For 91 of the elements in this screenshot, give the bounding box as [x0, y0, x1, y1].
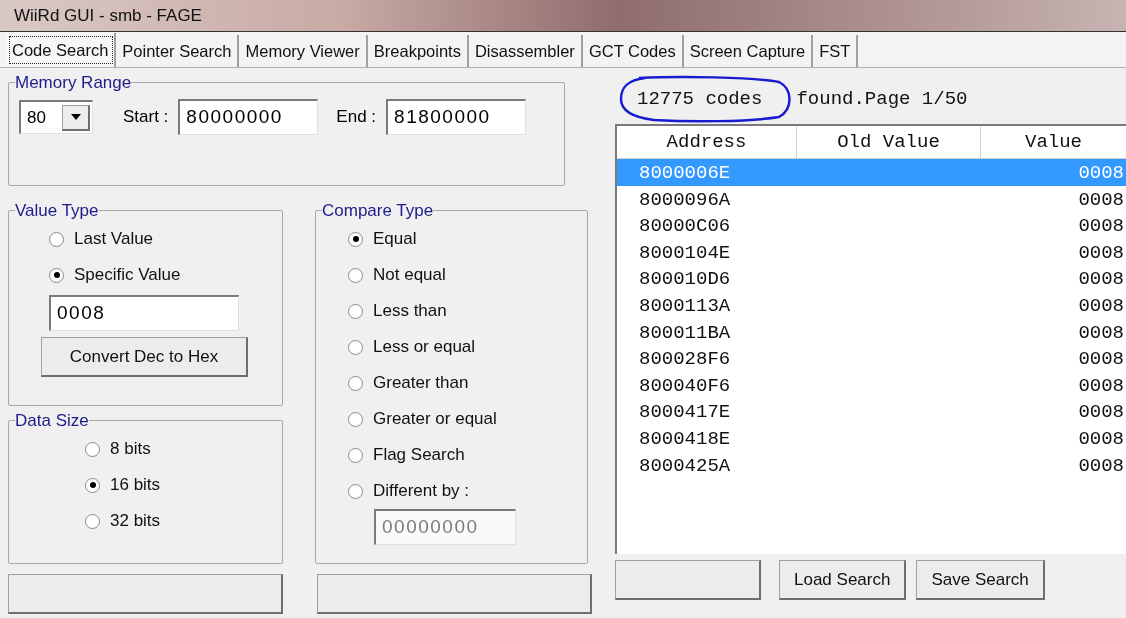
- radio-button[interactable]: [85, 441, 100, 457]
- address-cell-text: 800040F6: [638, 373, 732, 399]
- start-label: Start :: [123, 106, 169, 129]
- tab[interactable]: Code Search: [6, 33, 117, 67]
- radio-button[interactable]: [85, 513, 100, 529]
- address-cell-text: 800011BA: [638, 320, 732, 346]
- tab[interactable]: Pointer Search: [116, 35, 240, 67]
- radio-option[interactable]: Specific Value: [49, 257, 274, 293]
- end-field[interactable]: 81800000: [386, 99, 527, 135]
- radio-button[interactable]: [49, 267, 64, 283]
- value-cell-text: 0008: [1077, 214, 1125, 240]
- convert-button[interactable]: Convert Dec to Hex: [41, 337, 248, 377]
- group-title: Value Type: [15, 202, 99, 219]
- column-header[interactable]: Old Value: [797, 126, 981, 158]
- search-file-button[interactable]: Save Search: [916, 560, 1045, 600]
- tab[interactable]: GCT Codes: [582, 35, 684, 67]
- radio-button[interactable]: [348, 267, 363, 283]
- page-info: found.Page 1/50: [796, 86, 968, 112]
- tab[interactable]: Memory Viewer: [239, 35, 368, 67]
- codes-count: 12775 codes: [637, 86, 763, 112]
- radio-button[interactable]: [49, 231, 64, 247]
- result-row[interactable]: 800011BA 0008: [617, 318, 1126, 346]
- value-cell-text: 0008: [1077, 373, 1125, 399]
- radio-option[interactable]: 32 bits: [85, 503, 274, 539]
- group-title: Compare Type: [322, 202, 434, 219]
- address-cell-text: 8000425A: [638, 453, 732, 479]
- address-cell-text: 8000104E: [638, 240, 732, 266]
- group-title: Data Size: [15, 412, 89, 429]
- column-header[interactable]: Address: [617, 126, 797, 158]
- radio-button[interactable]: [348, 447, 363, 463]
- address-cell-text: 8000418E: [638, 426, 732, 452]
- result-row[interactable]: 8000113A 0008: [617, 291, 1126, 319]
- radio-option[interactable]: Equal: [348, 221, 579, 257]
- tab[interactable]: Disassembler: [468, 35, 583, 67]
- radio-option[interactable]: Greater or equal: [348, 401, 579, 437]
- radio-button[interactable]: [85, 477, 100, 493]
- address-cell-text: 8000006E: [638, 161, 732, 186]
- window-title: WiiRd GUI - smb - FAGE: [14, 4, 202, 27]
- value-cell-text: 0008: [1077, 453, 1125, 479]
- value-cell-text: 0008: [1077, 426, 1125, 452]
- column-header[interactable]: Value: [981, 126, 1126, 158]
- value-cell-text: 0008: [1077, 293, 1125, 319]
- value-cell-text: 0008: [1077, 161, 1125, 186]
- radio-button[interactable]: [348, 339, 363, 355]
- blank-button[interactable]: [8, 574, 283, 614]
- tab[interactable]: Screen Capture: [683, 35, 814, 67]
- radio-option[interactable]: Less than: [348, 293, 579, 329]
- segment-dropdown[interactable]: 80: [19, 100, 93, 134]
- address-cell-text: 8000113A: [638, 293, 732, 319]
- result-row[interactable]: 8000418E 0008: [617, 424, 1126, 452]
- value-cell-text: 0008: [1077, 240, 1125, 266]
- address-cell-text: 800010D6: [638, 267, 732, 293]
- radio-option[interactable]: Greater than: [348, 365, 579, 401]
- result-row[interactable]: 800040F6 0008: [617, 371, 1126, 399]
- radio-option[interactable]: Different by :: [348, 473, 579, 509]
- value-cell-text: 0008: [1077, 267, 1125, 293]
- value-field[interactable]: 0008: [49, 295, 239, 331]
- value-cell-text: 0008: [1077, 347, 1125, 373]
- radio-option[interactable]: Not equal: [348, 257, 579, 293]
- radio-button[interactable]: [348, 231, 363, 247]
- tab[interactable]: FST: [813, 35, 859, 67]
- blank-button[interactable]: [615, 560, 761, 600]
- blank-button[interactable]: [317, 574, 592, 614]
- radio-button[interactable]: [348, 375, 363, 391]
- address-cell-text: 8000417E: [638, 400, 732, 426]
- end-label: End :: [336, 106, 377, 129]
- radio-option[interactable]: 8 bits: [85, 431, 274, 467]
- address-cell-text: 8000096A: [638, 187, 732, 213]
- result-row[interactable]: 8000104E 0008: [617, 238, 1126, 266]
- group-title: Memory Range: [15, 74, 132, 91]
- radio-option[interactable]: Less or equal: [348, 329, 579, 365]
- radio-option[interactable]: Flag Search: [348, 437, 579, 473]
- radio-button[interactable]: [348, 483, 363, 499]
- value-cell-text: 0008: [1077, 320, 1125, 346]
- result-row[interactable]: 8000417E 0008: [617, 398, 1126, 425]
- value-cell-text: 0008: [1077, 400, 1125, 426]
- result-row[interactable]: 800028F6 0008: [617, 345, 1126, 372]
- radio-option[interactable]: Last Value: [49, 221, 274, 257]
- value-cell-text: 0008: [1077, 187, 1125, 213]
- radio-option[interactable]: 16 bits: [85, 467, 274, 503]
- start-field[interactable]: 80000000: [178, 99, 319, 135]
- result-row[interactable]: 800010D6 0008: [617, 265, 1126, 292]
- radio-button[interactable]: [348, 303, 363, 319]
- tab[interactable]: Breakpoints: [367, 35, 469, 67]
- result-row[interactable]: 80000C06 0008: [617, 212, 1126, 239]
- radio-button[interactable]: [348, 411, 363, 427]
- result-row[interactable]: 8000096A 0008: [617, 185, 1126, 213]
- address-cell-text: 80000C06: [638, 214, 732, 240]
- address-cell-text: 800028F6: [638, 347, 732, 373]
- search-file-button[interactable]: Load Search: [779, 560, 907, 600]
- result-row[interactable]: 8000425A 0008: [617, 451, 1126, 479]
